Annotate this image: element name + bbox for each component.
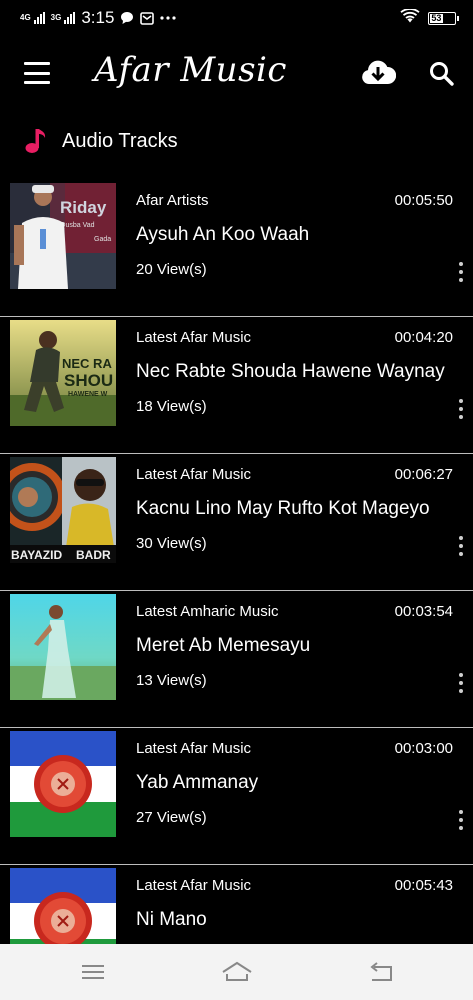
cloud-download-icon[interactable] [360,58,397,88]
track-duration: 00:03:00 [394,740,453,757]
app-bar: Afar Music [0,40,473,110]
track-item[interactable]: Latest Afar Music 00:03:00 Yab Ammanay 2… [0,728,473,865]
search-icon[interactable] [428,60,456,88]
track-duration: 00:03:54 [394,603,453,620]
thumb-text: BADR [76,548,111,562]
track-category: Latest Afar Music [136,466,252,483]
more-dots-icon [160,16,177,20]
status-bar: 4G 3G 3:15 53 [0,0,473,36]
back-icon[interactable] [366,958,396,986]
thumb-text: Gada [94,236,111,243]
track-item[interactable]: BAYAZID BADR Latest Afar Music 00:06:27 … [0,454,473,591]
thumb-text: BAYAZID [11,548,62,562]
more-options-icon[interactable] [456,810,466,830]
track-views: 30 View(s) [136,535,207,552]
track-duration: 00:06:27 [394,466,453,483]
track-item[interactable]: Riday Qusba Vad Gada Afar Artists 00:05:… [0,180,473,317]
battery-icon: 53 [428,11,459,25]
recent-apps-icon[interactable] [78,958,108,986]
signal-icon [33,12,45,24]
track-duration: 00:05:43 [394,877,453,894]
signal-icon [64,12,76,24]
wifi-icon [400,7,420,28]
track-title[interactable]: Kacnu Lino May Rufto Kot Mageyo [136,498,430,520]
battery-level: 53 [431,12,442,23]
status-time: 3:15 [81,8,115,27]
more-options-icon[interactable] [456,536,466,556]
track-title[interactable]: Ni Mano [136,909,207,931]
track-views: 18 View(s) [136,398,207,415]
more-options-icon[interactable] [456,262,466,282]
track-thumbnail[interactable] [10,594,116,700]
signal-3g: 3G [51,12,76,24]
track-thumbnail[interactable] [10,731,116,837]
more-options-icon[interactable] [456,399,466,419]
track-category: Latest Amharic Music [136,603,279,620]
thumb-text: SHOU [64,371,113,390]
thumb-text: Riday [60,198,107,217]
app-title: Afar Music [94,50,287,90]
track-category: Latest Afar Music [136,329,252,346]
track-views: 20 View(s) [136,261,207,278]
section-header: Audio Tracks [0,122,473,162]
track-title[interactable]: Aysuh An Koo Waah [136,224,309,246]
more-options-icon[interactable] [456,673,466,693]
system-nav-bar [0,944,473,1000]
track-thumbnail[interactable]: BAYAZID BADR [10,457,116,563]
track-list: Riday Qusba Vad Gada Afar Artists 00:05:… [0,180,473,1000]
track-category: Afar Artists [136,192,209,209]
network-label-1: 4G [20,13,31,22]
track-category: Latest Afar Music [136,740,252,757]
track-item[interactable]: Latest Amharic Music 00:03:54 Meret Ab M… [0,591,473,728]
track-thumbnail[interactable]: NEC RA SHOU HAWENE W [10,320,116,426]
chat-bubble-icon [120,11,134,25]
track-thumbnail[interactable]: Riday Qusba Vad Gada [10,183,116,289]
home-icon[interactable] [220,958,254,986]
track-views: 27 View(s) [136,809,207,826]
track-title[interactable]: Yab Ammanay [136,772,258,794]
track-views: 13 View(s) [136,672,207,689]
track-duration: 00:05:50 [394,192,453,209]
thumb-text: Qusba Vad [60,222,95,229]
signal-4g: 4G [20,12,45,24]
track-duration: 00:04:20 [394,329,453,346]
music-note-icon [25,128,47,159]
thumb-text: NEC RA [62,356,112,371]
track-category: Latest Afar Music [136,877,252,894]
track-title[interactable]: Meret Ab Memesayu [136,635,310,657]
hamburger-menu-icon[interactable] [24,62,50,84]
track-item[interactable]: NEC RA SHOU HAWENE W Latest Afar Music 0… [0,317,473,454]
track-title[interactable]: Nec Rabte Shouda Hawene Waynay [136,361,445,383]
thumb-text: HAWENE W [68,391,108,398]
section-title: Audio Tracks [62,130,178,152]
network-label-2: 3G [50,13,62,22]
mail-icon [140,11,155,25]
